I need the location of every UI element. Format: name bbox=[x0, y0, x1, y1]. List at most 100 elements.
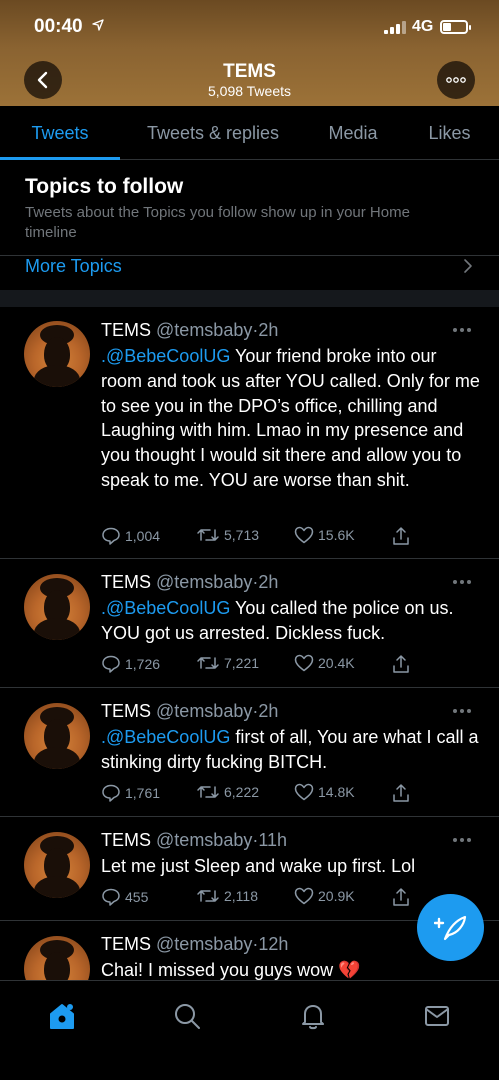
tweet-time: 2h bbox=[258, 320, 279, 340]
like-count: 20.4K bbox=[318, 655, 355, 671]
share-button[interactable] bbox=[391, 887, 415, 907]
tweet-count: 5,098 Tweets bbox=[207, 83, 292, 99]
retweet-button[interactable]: 7,221 bbox=[196, 654, 259, 672]
mail-icon bbox=[425, 1006, 449, 1026]
share-icon bbox=[393, 527, 409, 545]
tweet-options-button[interactable] bbox=[452, 578, 474, 586]
share-icon bbox=[393, 888, 409, 906]
avatar[interactable] bbox=[24, 703, 90, 769]
tweet-meta: TEMS @temsbaby·11h bbox=[101, 830, 287, 851]
mention-link[interactable]: .@BebeCoolUG bbox=[101, 598, 230, 618]
tweet-options-button[interactable] bbox=[452, 836, 474, 844]
like-button[interactable]: 14.8K bbox=[294, 783, 355, 801]
share-icon bbox=[393, 655, 409, 673]
retweet-icon bbox=[197, 786, 219, 798]
tweet-actions: 1,761 6,222 14.8K bbox=[101, 783, 431, 805]
profile-header: 00:40 4G TEMS 5,098 Tweets bbox=[0, 0, 499, 106]
tab-tweets-replies[interactable]: Tweets & replies bbox=[120, 106, 306, 160]
heart-icon bbox=[294, 783, 314, 801]
nav-notifications[interactable] bbox=[293, 996, 333, 1036]
reply-button[interactable]: 455 bbox=[101, 887, 148, 907]
topics-title: Topics to follow bbox=[25, 175, 184, 198]
avatar[interactable] bbox=[24, 832, 90, 898]
tweet-item[interactable]: TEMS @temsbaby·2h .@BebeCoolUG You calle… bbox=[0, 560, 499, 688]
tweet-body: Chai! I missed you guys wow 💔 bbox=[101, 960, 361, 980]
topics-to-follow: Topics to follow Tweets about the Topics… bbox=[0, 161, 499, 289]
retweet-icon bbox=[197, 529, 219, 541]
comment-icon bbox=[102, 784, 120, 802]
tab-likes[interactable]: Likes bbox=[400, 106, 499, 160]
tweet-options-button[interactable] bbox=[452, 707, 474, 715]
tweet-text: Chai! I missed you guys wow 💔 bbox=[101, 958, 481, 980]
signal-icon bbox=[384, 20, 408, 34]
share-button[interactable] bbox=[391, 654, 415, 674]
like-button[interactable]: 15.6K bbox=[294, 526, 355, 544]
chevron-right-icon bbox=[463, 258, 473, 279]
retweet-count: 5,713 bbox=[224, 527, 260, 543]
author-handle: @temsbaby bbox=[156, 701, 253, 721]
retweet-icon bbox=[197, 657, 219, 669]
tweet-item[interactable]: TEMS @temsbaby·2h .@BebeCoolUG Your frie… bbox=[0, 307, 499, 559]
like-count: 15.6K bbox=[318, 527, 355, 543]
share-button[interactable] bbox=[391, 526, 415, 546]
tweet-text: .@BebeCoolUG Your friend broke into our … bbox=[101, 344, 481, 493]
mention-link[interactable]: .@BebeCoolUG bbox=[101, 346, 230, 366]
reply-button[interactable]: 1,726 bbox=[101, 654, 160, 674]
author-name[interactable]: TEMS bbox=[101, 320, 151, 340]
like-count: 14.8K bbox=[318, 784, 355, 800]
reply-count: 1,726 bbox=[125, 656, 161, 672]
author-name[interactable]: TEMS bbox=[101, 572, 151, 592]
author-name[interactable]: TEMS bbox=[101, 830, 151, 850]
reply-count: 1,761 bbox=[125, 785, 161, 801]
status-time: 00:40 bbox=[34, 16, 83, 37]
tweet-time: 2h bbox=[258, 701, 279, 721]
tab-media[interactable]: Media bbox=[306, 106, 400, 160]
retweet-icon bbox=[197, 890, 219, 902]
heart-icon bbox=[294, 526, 314, 544]
author-name[interactable]: TEMS bbox=[101, 701, 151, 721]
profile-tabs: Tweets Tweets & replies Media Likes bbox=[0, 106, 499, 160]
compose-tweet-button[interactable] bbox=[417, 894, 484, 961]
tweet-item[interactable]: TEMS @temsbaby·2h .@BebeCoolUG first of … bbox=[0, 689, 499, 817]
tweet-text: Let me just Sleep and wake up first. Lol bbox=[101, 854, 481, 879]
comment-icon bbox=[102, 888, 120, 906]
retweet-button[interactable]: 5,713 bbox=[196, 526, 259, 544]
author-handle: @temsbaby bbox=[156, 934, 253, 954]
tweet-actions: 1,004 5,713 15.6K bbox=[101, 526, 431, 548]
author-handle: @temsbaby bbox=[156, 572, 253, 592]
tweet-meta: TEMS @temsbaby·12h bbox=[101, 934, 288, 955]
tweet-body: Let me just Sleep and wake up first. Lol bbox=[101, 856, 416, 876]
tweet-meta: TEMS @temsbaby·2h bbox=[101, 701, 278, 722]
more-horizontal-icon bbox=[446, 77, 466, 83]
avatar[interactable] bbox=[24, 321, 90, 387]
avatar[interactable] bbox=[24, 936, 90, 980]
nav-messages[interactable] bbox=[417, 996, 457, 1036]
section-separator bbox=[0, 290, 499, 307]
status-bar: 00:40 4G bbox=[0, 16, 499, 40]
retweet-button[interactable]: 2,118 bbox=[196, 887, 258, 905]
tweet-body: Your friend broke into our room and took… bbox=[101, 346, 480, 490]
like-button[interactable]: 20.4K bbox=[294, 654, 355, 672]
battery-icon bbox=[440, 20, 471, 34]
reply-button[interactable]: 1,004 bbox=[101, 526, 160, 546]
comment-icon bbox=[102, 527, 120, 545]
compose-feather-icon bbox=[433, 915, 466, 940]
retweet-count: 7,221 bbox=[224, 655, 260, 671]
tweet-time: 11h bbox=[258, 830, 288, 850]
tab-tweets[interactable]: Tweets bbox=[0, 106, 120, 160]
reply-button[interactable]: 1,761 bbox=[101, 783, 160, 803]
retweet-button[interactable]: 6,222 bbox=[196, 783, 259, 801]
nav-home[interactable] bbox=[42, 996, 82, 1036]
nav-search[interactable] bbox=[167, 996, 207, 1036]
reply-count: 1,004 bbox=[125, 528, 161, 544]
share-button[interactable] bbox=[391, 783, 415, 803]
tweet-options-button[interactable] bbox=[452, 326, 474, 334]
more-options-button[interactable] bbox=[437, 61, 475, 99]
avatar[interactable] bbox=[24, 574, 90, 640]
tweet-text: .@BebeCoolUG first of all, You are what … bbox=[101, 725, 481, 775]
like-button[interactable]: 20.9K bbox=[294, 887, 355, 905]
more-topics-link[interactable]: More Topics bbox=[0, 256, 499, 286]
author-name[interactable]: TEMS bbox=[101, 934, 151, 954]
mention-link[interactable]: .@BebeCoolUG bbox=[101, 727, 230, 747]
share-icon bbox=[393, 784, 409, 802]
